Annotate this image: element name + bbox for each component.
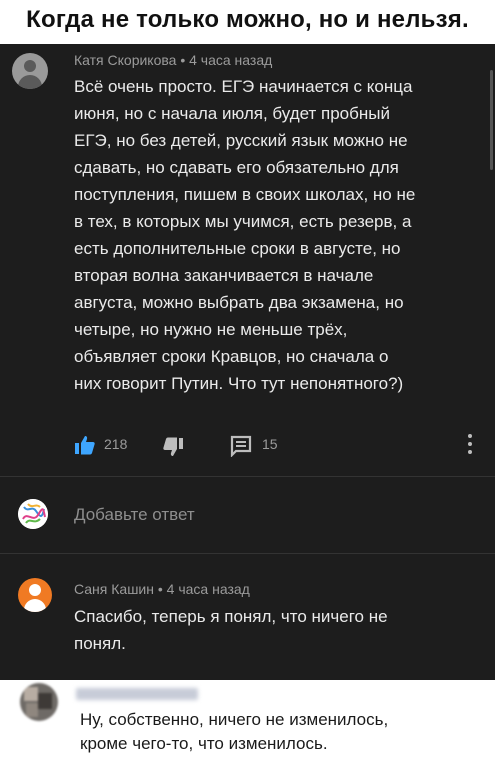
comment-time: 4 часа назад (189, 52, 273, 68)
comment-line: июня, но с начала июля, будет пробный (74, 104, 390, 123)
meme-title: Когда не только можно, но и нельзя. (26, 6, 469, 33)
comment-body: Ну, собственно, ничего не изменилось, кр… (80, 708, 388, 756)
reply-count[interactable]: 15 (262, 436, 278, 452)
avatar[interactable] (12, 53, 48, 89)
comment-body: Всё очень просто. ЕГЭ начинается с конца… (74, 73, 415, 397)
avatar-head (24, 60, 36, 72)
comment-author[interactable]: Катя Скорикова (74, 52, 176, 68)
avatar[interactable] (20, 683, 58, 721)
comment-line: четыре, но нужно не меньше трёх, (74, 320, 348, 339)
comment-line: понял. (74, 634, 126, 653)
comment-meta: Катя Скорикова • 4 часа назад (74, 52, 272, 68)
comment-author[interactable]: Саня Кашин (74, 581, 154, 597)
add-reply-input[interactable]: Добавьте ответ (74, 505, 195, 525)
like-count: 218 (104, 436, 128, 452)
comment-line: Всё очень просто. ЕГЭ начинается с конца (74, 77, 413, 96)
avatar-body (18, 75, 42, 89)
user-avatar[interactable] (18, 499, 48, 529)
comment-line: вторая волна заканчивается в начале (74, 266, 374, 285)
avatar-head (29, 584, 41, 596)
comment-line: них говорит Путин. Что тут непонятного?) (74, 374, 404, 393)
blurred-author-name (76, 688, 198, 700)
comment-actions: 218 15 (70, 432, 490, 458)
divider (0, 476, 495, 477)
comment-time: 4 часа назад (166, 581, 250, 597)
abstract-avatar-icon (18, 499, 48, 529)
avatar-body (24, 599, 46, 612)
comment-line: объявляет сроки Кравцов, но сначала о (74, 347, 389, 366)
thumbs-up-icon[interactable] (74, 434, 96, 461)
comment-line: Спасибо, теперь я понял, что ничего не (74, 607, 388, 626)
more-vertical-icon[interactable] (468, 434, 474, 456)
divider (0, 553, 495, 554)
comment-line: есть дополнительные сроки в августе, но (74, 239, 401, 258)
comment-line: кроме чего-то, что изменилось. (80, 734, 328, 753)
scrollbar[interactable] (490, 70, 493, 170)
comment-icon[interactable] (230, 435, 252, 462)
thumbs-down-icon[interactable] (162, 436, 184, 463)
comment-line: поступления, пишем в своих школах, но не (74, 185, 416, 204)
meta-separator: • (157, 581, 167, 597)
comment-line: сдавать, но сдавать его обязательно для (74, 158, 399, 177)
comment-line: августа, можно выбрать два экзамена, но (74, 293, 404, 312)
meme-header: Когда не только можно, но и нельзя. (0, 0, 495, 44)
comment-meta: Саня Кашин • 4 часа назад (74, 581, 250, 597)
comment-body: Спасибо, теперь я понял, что ничего не п… (74, 603, 388, 657)
comment-line: в тех, в которых мы учимся, есть резерв,… (74, 212, 412, 231)
comment-line: Ну, собственно, ничего не изменилось, (80, 710, 389, 729)
meta-separator: • (180, 52, 190, 68)
avatar[interactable] (18, 578, 52, 612)
comment-line: ЕГЭ, но без детей, русский язык можно не (74, 131, 408, 150)
